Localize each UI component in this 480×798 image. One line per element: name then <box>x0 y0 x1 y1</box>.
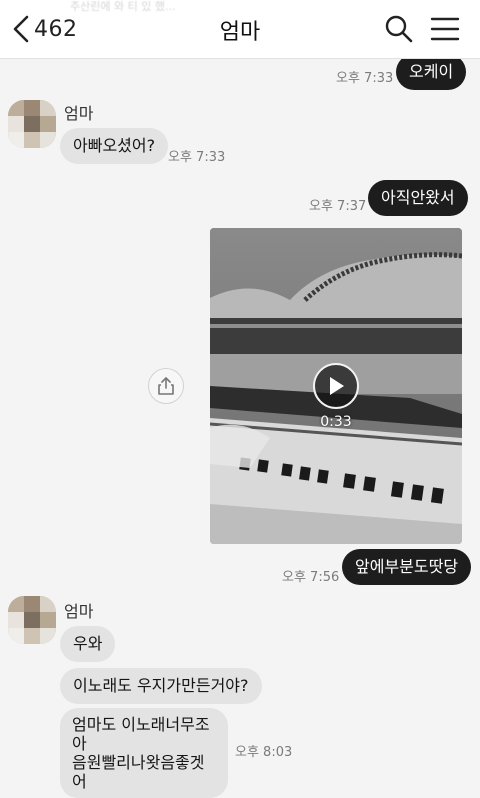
incoming-message-bubble[interactable]: 아빠오셨어? <box>60 128 169 164</box>
play-icon <box>330 377 344 395</box>
video-message[interactable]: 0:33 <box>210 228 462 544</box>
message-line: 엄마도 이노래너무조아 <box>72 715 210 753</box>
outgoing-message-bubble[interactable]: 아직안왔서 <box>368 180 468 216</box>
share-icon <box>158 377 174 395</box>
sender-name: 엄마 <box>64 602 94 621</box>
incoming-message-bubble[interactable]: 이노래도 우지가만든거야? <box>60 668 262 704</box>
message-time: 오후 8:03 <box>235 745 293 760</box>
incoming-message-bubble[interactable]: 우와 <box>60 626 116 662</box>
message-time: 오후 7:56 <box>282 570 340 585</box>
video-duration: 0:33 <box>320 414 352 430</box>
message-time: 오후 7:33 <box>168 150 226 165</box>
unread-count: 462 <box>34 16 78 42</box>
back-button[interactable]: 462 <box>12 14 78 44</box>
menu-button[interactable] <box>430 16 460 46</box>
sender-name: 엄마 <box>64 104 94 123</box>
message-line: 음원빨리나왓음좋겟어 <box>72 753 205 791</box>
avatar[interactable] <box>8 100 56 148</box>
outgoing-message-bubble[interactable]: 오케이 <box>396 54 467 90</box>
message-time: 오후 7:37 <box>309 199 367 214</box>
search-button[interactable] <box>384 14 414 48</box>
share-button[interactable] <box>148 368 184 404</box>
message-time: 오후 7:33 <box>336 71 394 86</box>
hamburger-menu-icon <box>430 17 460 41</box>
ghost-message-preview: 주산린에 와 티 있 했... <box>70 0 176 13</box>
outgoing-message-bubble[interactable]: 앞에부분도땃당 <box>342 549 472 585</box>
play-button[interactable] <box>313 363 359 409</box>
chat-header: 주산린에 와 티 있 했... 462 엄마 <box>0 0 480 59</box>
search-icon <box>385 15 413 43</box>
incoming-message-bubble[interactable]: 엄마도 이노래너무조아 음원빨리나왓음좋겟어 <box>60 708 228 798</box>
chevron-left-icon <box>13 15 29 43</box>
avatar[interactable] <box>8 596 56 644</box>
